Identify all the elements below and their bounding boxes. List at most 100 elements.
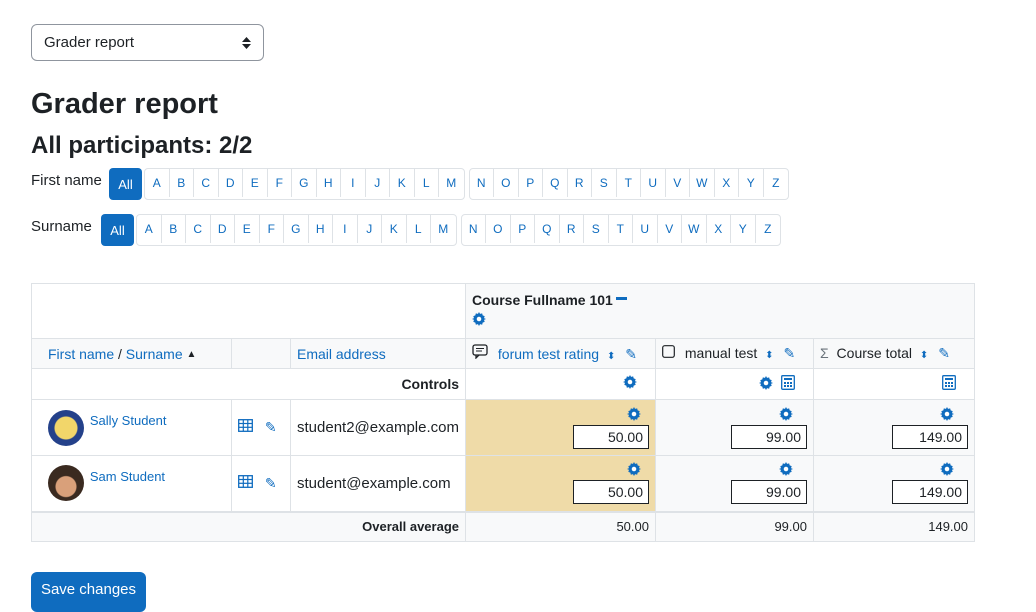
gear-icon[interactable] xyxy=(779,406,793,425)
edit-pencil-icon[interactable]: ✎ xyxy=(265,419,277,435)
first-name-letter-u[interactable]: U xyxy=(641,169,666,197)
first-name-letter-g[interactable]: G xyxy=(292,169,317,197)
gear-icon[interactable] xyxy=(472,312,486,330)
first-name-letter-t[interactable]: T xyxy=(617,169,641,197)
surname-letter-r[interactable]: R xyxy=(560,215,584,243)
surname-letter-f[interactable]: F xyxy=(260,215,284,243)
email-column-header: Email address xyxy=(290,338,466,369)
first-name-letter-y[interactable]: Y xyxy=(739,169,764,197)
gear-icon[interactable] xyxy=(627,406,641,425)
surname-letter-u[interactable]: U xyxy=(633,215,658,243)
sort-icon[interactable]: ⬍ xyxy=(765,350,773,361)
surname-letter-z[interactable]: Z xyxy=(756,215,781,243)
surname-letter-i[interactable]: I xyxy=(333,215,358,243)
surname-letter-s[interactable]: S xyxy=(584,215,609,243)
sort-icon[interactable]: ⬍ xyxy=(920,350,928,361)
report-selector[interactable]: Grader report xyxy=(31,24,264,61)
collapse-icon[interactable] xyxy=(615,296,627,300)
gear-icon[interactable] xyxy=(940,462,954,480)
grade-input[interactable]: 99.00 xyxy=(731,480,807,505)
name-column-header: First name / Surname ▲ xyxy=(31,338,232,369)
surname-letter-m[interactable]: M xyxy=(431,215,456,243)
surname-letter-y[interactable]: Y xyxy=(731,215,756,243)
edit-pencil-icon[interactable]: ✎ xyxy=(783,345,795,361)
first-name-letter-f[interactable]: F xyxy=(268,169,292,197)
grade-input[interactable]: 50.00 xyxy=(573,424,649,449)
first-name-letter-q[interactable]: Q xyxy=(543,169,568,197)
forum-test-rating-link[interactable]: forum test rating xyxy=(498,346,599,362)
grades-table-icon[interactable] xyxy=(238,419,253,432)
actions-column-header xyxy=(231,338,291,369)
student-name-link[interactable]: Sam Student xyxy=(90,469,165,484)
first-name-letter-e[interactable]: E xyxy=(243,169,268,197)
participants-count: All participants: 2/2 xyxy=(31,132,253,159)
grade-input[interactable]: 149.00 xyxy=(892,424,968,449)
first-name-all-button[interactable]: All xyxy=(109,168,142,200)
student-name-link[interactable]: Sally Student xyxy=(90,413,167,428)
sort-icon[interactable]: ⬍ xyxy=(607,351,615,362)
first-name-letter-w[interactable]: W xyxy=(690,169,715,197)
edit-pencil-icon[interactable]: ✎ xyxy=(625,346,637,362)
surname-letter-g[interactable]: G xyxy=(284,215,309,243)
first-name-letter-x[interactable]: X xyxy=(715,169,739,197)
surname-letter-w[interactable]: W xyxy=(682,215,707,243)
gear-icon[interactable] xyxy=(759,375,774,394)
first-name-letter-i[interactable]: I xyxy=(341,169,366,197)
surname-letter-k[interactable]: K xyxy=(382,215,407,243)
grade-input[interactable]: 50.00 xyxy=(573,480,649,505)
surname-letter-o[interactable]: O xyxy=(486,215,511,243)
first-name-letter-v[interactable]: V xyxy=(666,169,690,197)
first-name-letter-r[interactable]: R xyxy=(568,169,592,197)
sort-first-name-link[interactable]: First name xyxy=(48,346,114,362)
surname-initials-bar: Surname All ABCDEFGHIJKLM NOPQRSTUVWXYZ xyxy=(31,214,785,246)
edit-pencil-icon[interactable]: ✎ xyxy=(938,345,950,361)
surname-letter-x[interactable]: X xyxy=(707,215,731,243)
first-name-letter-p[interactable]: P xyxy=(519,169,543,197)
sort-email-link[interactable]: Email address xyxy=(297,346,386,362)
surname-letter-a[interactable]: A xyxy=(137,215,162,243)
surname-letter-e[interactable]: E xyxy=(235,215,260,243)
first-name-letter-l[interactable]: L xyxy=(415,169,439,197)
surname-letter-j[interactable]: J xyxy=(358,215,382,243)
first-name-letter-b[interactable]: B xyxy=(170,169,194,197)
grade-input[interactable]: 149.00 xyxy=(892,480,968,505)
first-name-letter-k[interactable]: K xyxy=(390,169,415,197)
surname-letter-l[interactable]: L xyxy=(407,215,431,243)
first-name-letter-d[interactable]: D xyxy=(219,169,243,197)
first-name-letter-o[interactable]: O xyxy=(494,169,519,197)
first-name-letter-s[interactable]: S xyxy=(592,169,617,197)
gear-icon[interactable] xyxy=(940,406,954,425)
gear-icon[interactable] xyxy=(623,375,638,393)
calculator-icon[interactable] xyxy=(942,375,957,390)
surname-letter-q[interactable]: Q xyxy=(535,215,560,243)
surname-letter-c[interactable]: C xyxy=(186,215,211,243)
sort-surname-link[interactable]: Surname xyxy=(126,346,183,362)
save-changes-button[interactable]: Save changes xyxy=(31,572,146,612)
first-name-letter-h[interactable]: H xyxy=(317,169,341,197)
avatar xyxy=(48,409,84,446)
first-name-letter-a[interactable]: A xyxy=(145,169,170,197)
item-header-forum: forum test rating ⬍ ✎ xyxy=(465,338,656,369)
surname-all-button[interactable]: All xyxy=(101,214,134,246)
grades-table-icon[interactable] xyxy=(238,474,253,488)
calculator-icon[interactable] xyxy=(781,374,796,390)
report-selector-value: Grader report xyxy=(44,34,135,51)
sort-caret-icon xyxy=(242,36,251,49)
first-name-letter-c[interactable]: C xyxy=(194,169,219,197)
first-name-letter-z[interactable]: Z xyxy=(764,169,789,197)
grade-input[interactable]: 99.00 xyxy=(731,424,807,449)
first-name-letter-j[interactable]: J xyxy=(366,169,390,197)
student-actions: ✎ xyxy=(231,399,291,456)
surname-letter-t[interactable]: T xyxy=(609,215,633,243)
first-name-letter-m[interactable]: M xyxy=(439,169,464,197)
surname-letter-b[interactable]: B xyxy=(162,215,186,243)
first-name-letter-n[interactable]: N xyxy=(470,169,494,197)
surname-letter-h[interactable]: H xyxy=(309,215,333,243)
surname-letter-d[interactable]: D xyxy=(211,215,235,243)
gear-icon[interactable] xyxy=(779,462,793,480)
edit-pencil-icon[interactable]: ✎ xyxy=(265,475,277,491)
surname-letter-n[interactable]: N xyxy=(462,215,486,243)
surname-letter-v[interactable]: V xyxy=(658,215,682,243)
surname-letter-p[interactable]: P xyxy=(511,215,535,243)
gear-icon[interactable] xyxy=(627,462,641,480)
